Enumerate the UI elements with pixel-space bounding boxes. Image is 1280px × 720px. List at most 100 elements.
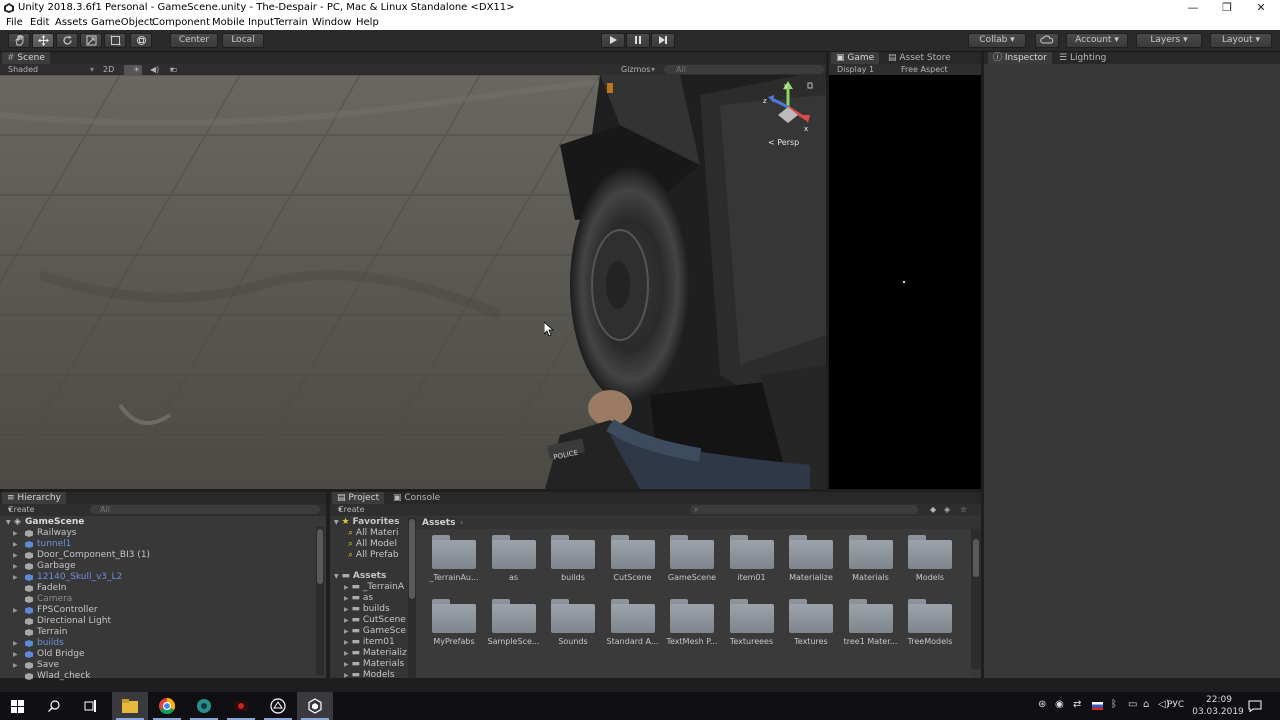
asset-tree-item[interactable]: ▶ ▬ item01 [344, 637, 408, 648]
hierarchy-scene-root[interactable]: ▼ ◈ GameScene [0, 517, 316, 528]
transform-tool-button[interactable] [130, 33, 152, 48]
hierarchy-create-button[interactable]: Create ▾ [8, 504, 35, 516]
favorite-item[interactable]: ⌕ All Model [348, 539, 408, 550]
minimize-button[interactable]: — [1176, 0, 1210, 16]
tray-network-drive-icon[interactable]: ⇄ [1073, 699, 1081, 710]
tab-asset-store[interactable]: ▤ Asset Store [883, 52, 956, 64]
menu-edit[interactable]: Edit [30, 16, 49, 29]
expand-arrow-icon[interactable]: ▶ [344, 617, 349, 624]
hierarchy-item[interactable]: ▶ builds [0, 638, 314, 649]
favorites-header[interactable]: ▼ ★ Favorites [334, 517, 410, 528]
project-create-button[interactable]: Create ▾ [338, 504, 365, 516]
expand-arrow-icon[interactable]: ▶ [13, 572, 18, 583]
expand-arrow-icon[interactable]: ▶ [344, 606, 349, 613]
folder-label[interactable]: TreeModels [898, 637, 962, 646]
game-viewport[interactable] [829, 75, 981, 489]
expand-arrow-icon[interactable]: ▶ [13, 561, 18, 572]
hierarchy-scroll-thumb[interactable] [317, 529, 323, 584]
language-indicator[interactable]: РУС [1167, 700, 1184, 710]
hierarchy-item[interactable]: ▶ Door_Component_BI3 (1) [0, 550, 314, 561]
folder-label[interactable]: TextMesh P... [660, 637, 724, 646]
layout-dropdown[interactable]: Layout ▾ [1210, 33, 1272, 48]
search-button[interactable] [36, 692, 72, 720]
hierarchy-item[interactable]: Wlad_check [0, 671, 314, 682]
favorite-item[interactable]: ⌕ All Prefab [348, 550, 408, 561]
folder-icon[interactable] [789, 599, 833, 633]
folder-icon[interactable] [610, 535, 655, 569]
hierarchy-item[interactable]: ▶ Railways [0, 528, 314, 539]
move-tool-button[interactable] [32, 33, 54, 48]
network-icon[interactable]: ⌂ [1143, 699, 1149, 710]
folder-icon[interactable] [908, 599, 952, 633]
hierarchy-item[interactable]: ▶ Garbage [0, 561, 314, 572]
folder-label[interactable]: tree1 Mater... [839, 637, 903, 646]
folder-icon[interactable] [491, 535, 536, 569]
expand-arrow-icon[interactable]: ▶ [13, 550, 18, 561]
asset-tree-item[interactable]: ▶ ▬ _TerrainA [344, 582, 408, 593]
hierarchy-item[interactable]: ▶ Save [0, 660, 314, 671]
folder-label[interactable]: Sounds [541, 637, 605, 646]
menu-assets[interactable]: Assets [55, 16, 88, 29]
folder-icon[interactable] [491, 599, 536, 633]
folder-icon[interactable] [848, 535, 893, 569]
collab-dropdown[interactable]: Collab ▾ [968, 33, 1026, 48]
hierarchy-item[interactable]: Camera [0, 594, 314, 605]
expand-arrow-icon[interactable]: ▶ [13, 660, 18, 671]
expand-arrow-icon[interactable]: ▶ [344, 628, 349, 635]
folder-label[interactable]: GameScene [660, 573, 724, 582]
tab-project[interactable]: ▤ Project [332, 492, 385, 504]
maximize-button[interactable]: ❐ [1210, 0, 1244, 16]
favorite-item[interactable]: ⌕ All Materi [348, 528, 408, 539]
assets-header[interactable]: ▼ ▬ Assets [334, 571, 410, 582]
menu-file[interactable]: File [6, 16, 23, 29]
asset-tree-item[interactable]: ▶ ▬ as [344, 593, 408, 604]
hand-tool-button[interactable] [8, 33, 30, 48]
taskbar-explorer[interactable] [112, 692, 148, 720]
scale-tool-button[interactable] [80, 33, 102, 48]
pivot-center-toggle[interactable]: Center [170, 33, 218, 48]
expand-arrow-icon[interactable]: ▶ [344, 595, 349, 602]
folder-icon[interactable] [908, 535, 952, 569]
tab-inspector[interactable]: ⓘ Inspector [988, 52, 1052, 64]
clock-time[interactable]: 22:09 [1194, 695, 1244, 705]
hierarchy-scrollbar[interactable] [316, 527, 324, 675]
tray-app-icon[interactable]: ◉ [1055, 699, 1064, 710]
folder-icon[interactable] [432, 535, 476, 569]
expand-arrow-icon[interactable]: ▶ [13, 605, 18, 616]
folder-icon[interactable] [551, 599, 595, 633]
hierarchy-item[interactable]: ▶ Old Bridge [0, 649, 314, 660]
folder-icon[interactable] [432, 599, 476, 633]
hierarchy-item[interactable]: Terrain [0, 627, 314, 638]
menu-help[interactable]: Help [356, 16, 379, 29]
tray-steam-icon[interactable]: ⊛ [1038, 699, 1046, 710]
expand-arrow-icon[interactable]: ▶ [344, 661, 349, 668]
folder-label[interactable]: SampleSce... [482, 637, 546, 646]
rect-tool-button[interactable] [104, 33, 126, 48]
folder-label[interactable]: Models [898, 573, 962, 582]
folder-label[interactable]: Materials [839, 573, 903, 582]
taskbar-app-3[interactable] [186, 692, 222, 720]
account-dropdown[interactable]: Account ▾ [1066, 33, 1128, 48]
lighting-toggle[interactable]: ☀ [124, 65, 142, 75]
tab-hierarchy[interactable]: ≡ Hierarchy [2, 492, 66, 504]
folder-icon[interactable] [729, 599, 774, 633]
expand-arrow-icon[interactable]: ▶ [13, 649, 18, 660]
tab-lighting[interactable]: ☰ Lighting [1054, 52, 1111, 64]
taskbar-chrome[interactable] [149, 692, 185, 720]
menu-component[interactable]: Component [152, 16, 210, 29]
expand-arrow-icon[interactable]: ▶ [344, 584, 349, 591]
tab-console[interactable]: ▣ Console [388, 492, 445, 504]
folder-label[interactable]: _TerrainAu... [422, 573, 486, 582]
folder-label[interactable]: Materialize [779, 573, 843, 582]
rotate-tool-button[interactable] [56, 33, 78, 48]
hierarchy-item[interactable]: Directional Light [0, 616, 314, 627]
folder-icon[interactable] [610, 599, 655, 633]
play-button[interactable] [601, 33, 625, 48]
task-view-button[interactable] [72, 692, 108, 720]
folder-icon[interactable] [551, 535, 595, 569]
expand-arrow-icon[interactable]: ▶ [344, 672, 349, 679]
tray-drive-icon[interactable]: ▭ [1128, 699, 1137, 710]
scene-expand-arrow[interactable]: ▼ [6, 517, 11, 528]
folder-icon[interactable] [670, 535, 714, 569]
scene-search-input[interactable]: All [664, 65, 824, 74]
